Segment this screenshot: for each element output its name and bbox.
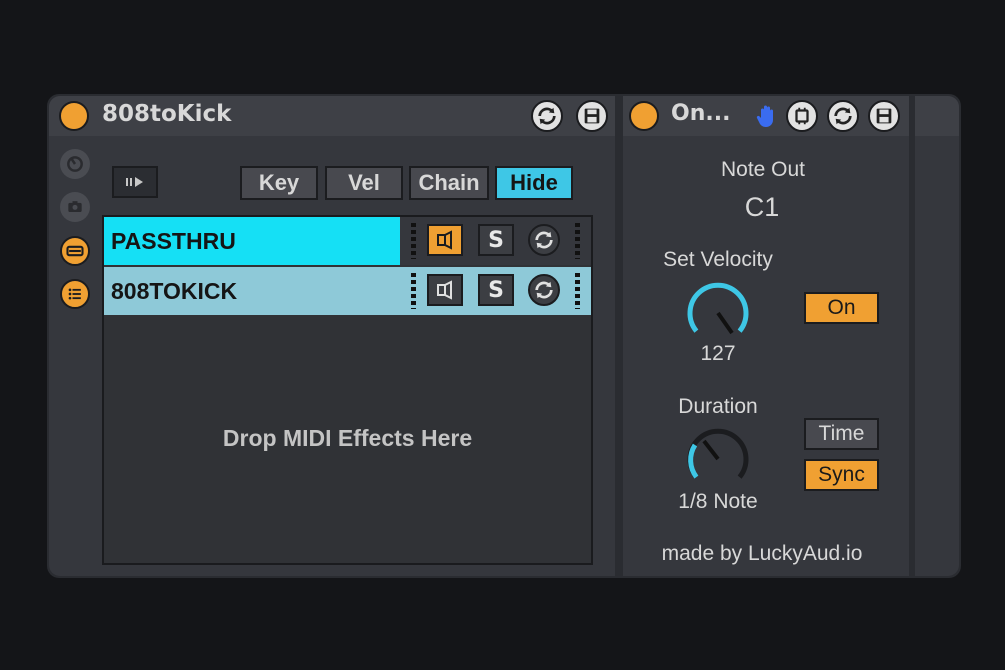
- velocity-on-toggle[interactable]: On: [804, 292, 879, 324]
- chain-drag-handle[interactable]: [575, 223, 580, 259]
- hot-swap-icon: [834, 107, 852, 125]
- chain-solo-button[interactable]: S: [478, 224, 514, 256]
- duration-sync-toggle[interactable]: Sync: [804, 459, 879, 491]
- chain-name[interactable]: 808TOKICK: [104, 267, 591, 315]
- hot-swap-icon: [535, 231, 553, 249]
- rack-hot-swap-button[interactable]: [531, 100, 563, 132]
- midi-effect-rack: 808toKick Key Vel Chain Hide PASSTHRU S …: [49, 96, 615, 576]
- chain-hot-swap-button[interactable]: [528, 274, 560, 306]
- chain-view-button[interactable]: [60, 236, 90, 266]
- chain-activator-button[interactable]: [427, 274, 463, 306]
- rack-title-bar[interactable]: 808toKick: [49, 96, 615, 136]
- chain-row-passthru[interactable]: PASSTHRU S: [104, 217, 591, 265]
- chain-select-toggle[interactable]: Chain: [409, 166, 489, 200]
- chain-list: PASSTHRU S 808TOKICK S Drop MIDI Effects…: [102, 215, 593, 565]
- device-title-bar[interactable]: On...: [623, 96, 909, 136]
- duration-knob[interactable]: [682, 423, 754, 495]
- empty-slot-title-bar: [915, 96, 959, 136]
- macro-knob-icon: [67, 156, 83, 172]
- chain-drag-handle[interactable]: [575, 273, 580, 309]
- key-zone-toggle[interactable]: Key: [240, 166, 318, 200]
- speaker-icon: [437, 230, 452, 250]
- speaker-icon: [437, 280, 452, 300]
- device-save-button[interactable]: [868, 100, 900, 132]
- hand-icon: [756, 105, 773, 128]
- save-preset-icon: [876, 108, 892, 124]
- macro-toggle-button[interactable]: [60, 149, 90, 179]
- drop-zone-hint: Drop MIDI Effects Here: [222, 425, 473, 451]
- device-hot-swap-button[interactable]: [827, 100, 859, 132]
- auto-select-icon: [126, 177, 143, 187]
- velocity-label: Set Velocity: [663, 248, 773, 271]
- editor-icon: [795, 107, 809, 125]
- velocity-value: 127: [700, 342, 736, 365]
- chain-row-808tokick[interactable]: 808TOKICK S: [104, 267, 591, 315]
- hand-grab-button[interactable]: [753, 102, 781, 130]
- chain-solo-button[interactable]: S: [478, 274, 514, 306]
- hot-swap-icon: [535, 281, 553, 299]
- duration-value: 1/8 Note: [678, 490, 758, 513]
- camera-icon: [68, 201, 82, 212]
- chain-drag-handle[interactable]: [411, 223, 416, 259]
- auto-select-button[interactable]: [112, 166, 158, 198]
- save-preset-icon: [584, 108, 600, 124]
- velocity-knob[interactable]: [682, 277, 754, 349]
- chain-name[interactable]: PASSTHRU: [104, 217, 400, 265]
- chain-list-button[interactable]: [60, 279, 90, 309]
- rack-save-button[interactable]: [576, 100, 608, 132]
- note-out-label: Note Out: [720, 158, 806, 181]
- note-device: On... Note Out C1 Set Velocity 127 On Du…: [623, 96, 909, 576]
- snapshot-toggle-button[interactable]: [60, 192, 90, 222]
- rack-power-button[interactable]: [59, 101, 89, 131]
- chain-activator-button[interactable]: [427, 224, 463, 256]
- duration-time-toggle[interactable]: Time: [804, 418, 879, 450]
- device-unfold-button[interactable]: [786, 100, 818, 132]
- rack-title: 808toKick: [102, 101, 232, 127]
- velocity-zone-toggle[interactable]: Vel: [325, 166, 403, 200]
- hide-zones-toggle[interactable]: Hide: [495, 166, 573, 200]
- credit-text: made by LuckyAud.io: [661, 542, 863, 565]
- duration-label: Duration: [678, 395, 758, 418]
- chain-drag-handle[interactable]: [411, 273, 416, 309]
- note-out-value[interactable]: C1: [623, 192, 901, 223]
- empty-device-slot: [915, 96, 959, 576]
- chain-list-icon: [68, 288, 81, 300]
- hot-swap-icon: [538, 107, 556, 125]
- chain-view-icon: [66, 245, 84, 257]
- chain-hot-swap-button[interactable]: [528, 224, 560, 256]
- device-power-button[interactable]: [629, 101, 659, 131]
- device-title: On...: [671, 101, 731, 126]
